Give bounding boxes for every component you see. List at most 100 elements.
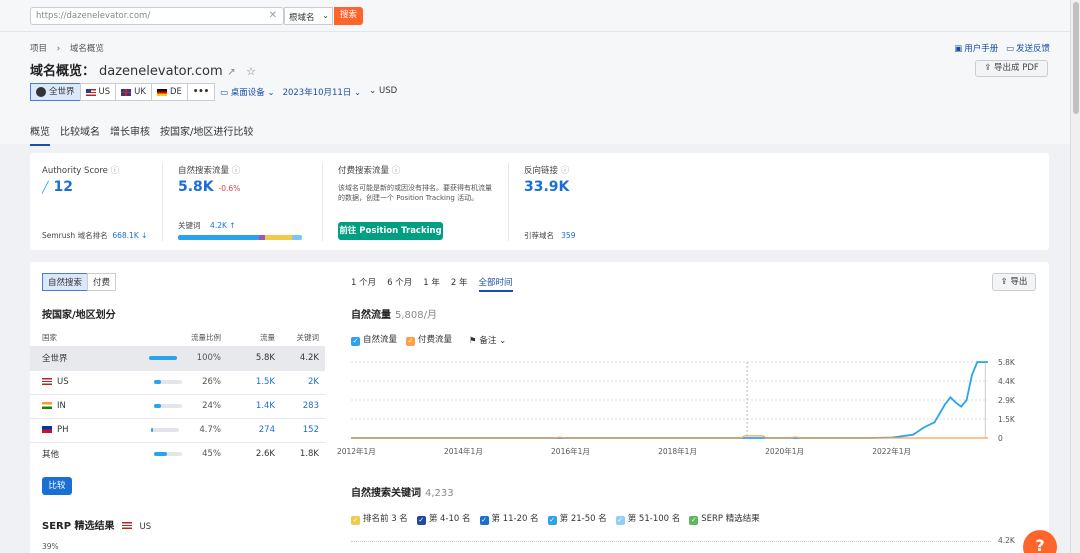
device-filter[interactable]: ▭ 桌面设备 ⌄ [220,86,275,98]
page-scrollbar[interactable] [1070,0,1080,553]
search-scope-select[interactable]: 根域名 ⌄ [284,7,333,25]
info-icon: ⓘ [110,166,120,176]
referring-domains: 引荐域名 359 [524,231,576,240]
toggle-paid[interactable]: 付费 [87,273,117,291]
scrollbar-thumb[interactable] [1073,2,1079,114]
db-more-button[interactable]: ••• [186,83,216,101]
user-manual-link[interactable]: 用户手册 [964,44,998,54]
legend-top3[interactable]: ✓ 排名前 3 名 [351,512,408,525]
kpi-card: Authority Score ⓘ ╱ 12 Semrush 域名排名 668.… [30,153,1049,250]
country-name: US [30,369,137,394]
legend-serp-features[interactable]: ✓ SERP 精选结果 [689,512,760,525]
country-flag-icon [42,378,52,385]
period-2y[interactable]: 2 年 [451,276,468,292]
compare-button[interactable]: 比较 [42,477,72,495]
organic-traffic-value[interactable]: 5.8K -0.6% [178,179,240,195]
country-traffic[interactable]: 1.4K [227,393,275,418]
upload-icon: ⇪ [1000,277,1008,287]
toggle-organic[interactable]: 自然搜索 [42,273,89,291]
traffic-share: 100% [137,345,227,370]
paid-traffic-label: 付费搜索流量 ⓘ [338,166,401,176]
date-filter-label: 2023年10月11日 [282,88,352,98]
info-icon: ⓘ [391,166,401,176]
y-tick-label: 2.9K [998,396,1016,405]
breadcrumb-separator-icon: › [56,44,61,54]
tab-compare-domains[interactable]: 比较域名 [60,123,100,146]
chat-icon: ▭ [1005,44,1014,54]
country-traffic[interactable]: 274 [227,417,275,442]
domain-search-input[interactable]: https://dazenelevator.com/ ✕ [30,7,284,25]
col-keywords: 关键词 [296,332,320,342]
legend-11-20[interactable]: ✓ 第 11-20 名 [479,512,539,525]
legend-paid[interactable]: ✓ 付费流量 [406,333,452,346]
serp-db: US [139,522,152,532]
tab-compare-by-country[interactable]: 按国家/地区进行比较 [160,123,253,146]
period-6m[interactable]: 6 个月 [387,276,412,292]
country-row[interactable]: 其他 45% 2.6K 1.8K [30,441,325,466]
organic-traffic-chart[interactable]: 5.8K 4.4K 2.9K 1.5K 0 2012年1月 2014年1月 2016年1月 20… [337,354,1020,462]
tab-growth-audit[interactable]: 增长审核 [110,123,150,146]
position-tracking-button[interactable]: 前往 Position Tracking [338,222,443,240]
country-traffic[interactable]: 1.5K [227,369,275,394]
period-1y[interactable]: 1 年 [423,276,440,292]
country-keywords[interactable]: 283 [275,393,325,418]
help-button[interactable]: ? [1023,530,1057,553]
country-row[interactable]: IN 24% 1.4K 283 [30,393,325,418]
country-keywords: 1.8K [275,441,325,466]
traffic-share-bar [148,355,177,360]
send-feedback-link[interactable]: 发送反馈 [1016,44,1050,54]
country-keywords[interactable]: 152 [275,417,325,442]
referring-domains-value[interactable]: 359 [561,231,575,240]
country-keywords[interactable]: 2K [275,369,325,394]
country-name: 全世界 [30,345,137,370]
chevron-down-icon: ⌄ [322,11,329,20]
organic-keywords-value[interactable]: 4.2K [210,221,227,230]
breadcrumb-current: 域名概览 [69,44,104,54]
date-filter[interactable]: 2023年10月11日 ⌄ [283,86,362,98]
tab-overview[interactable]: 概览 [30,123,50,146]
report-filters: ▭ 桌面设备 ⌄ 2023年10月11日 ⌄ ⌄ USD [220,86,397,98]
db-us[interactable]: US [79,83,117,101]
backlinks-label: 反向链接 ⓘ [524,166,570,176]
db-worldwide[interactable]: 全世界 [30,83,81,101]
breadcrumb-projects[interactable]: 项目 [30,44,47,54]
country-row[interactable]: US 26% 1.5K 2K [30,369,325,394]
period-all[interactable]: 全部时间 [478,276,513,292]
country-row[interactable]: 全世界 100% 5.8K 4.2K [30,345,325,370]
export-button[interactable]: ⇪ 导出 [992,273,1036,291]
organic-traffic-label: 自然搜索流量 ⓘ [178,166,241,176]
country-row[interactable]: PH 4.7% 274 152 [30,417,325,442]
page-header: 项目 › 域名概览 ▣ 用户手册 ▭ 发送反馈 域名概览： dazenelevator… [0,32,1070,146]
page-title-domain: dazenelevator.com [99,64,223,79]
col-traffic-share: 流量比例 [191,332,221,342]
legend-51-100[interactable]: ✓ 第 51-100 名 [615,512,680,525]
country-flag-icon [42,426,52,433]
clear-icon[interactable]: ✕ [269,10,277,21]
db-uk[interactable]: UK [115,83,152,101]
legend-organic[interactable]: ✓ 自然流量 [351,333,397,346]
export-pdf-button[interactable]: ⇪ 导出成 PDF [975,60,1048,77]
domain-search-value[interactable]: https://dazenelevator.com/ [36,11,150,21]
authority-score-value[interactable]: ╱ 12 [42,179,73,195]
legend-21-50[interactable]: ✓ 第 21-50 名 [547,512,607,525]
star-icon[interactable]: ☆ [246,65,256,78]
search-button[interactable]: 搜索 [334,7,363,25]
country-traffic: 5.8K [227,345,275,370]
currency-filter[interactable]: ⌄ USD [369,86,397,98]
page-title: 域名概览： dazenelevator.com ↗ ☆ [30,60,256,79]
country-section-title: 按国家/地区划分 [42,310,116,321]
period-1m[interactable]: 1 个月 [351,276,376,292]
external-link-icon[interactable]: ↗ [227,67,235,78]
currency-label: USD [379,86,398,96]
db-de[interactable]: DE [150,83,188,101]
backlinks-value[interactable]: 33.9K [524,179,569,195]
globe-icon [36,87,46,97]
database-selector: 全世界 US UK DE ••• [30,83,216,101]
period-selector: 1 个月 6 个月 1 年 2 年 全部时间 [351,276,513,292]
notes-dropdown[interactable]: ⚑ 备注 ⌄ [469,334,506,346]
semrush-rank-value[interactable]: 668.1K [112,231,138,240]
authority-gauge-icon: ╱ [42,181,49,194]
legend-4-10[interactable]: ✓ 第 4-10 名 [416,512,471,525]
checkbox-icon: ✓ [351,337,360,346]
traffic-share: 26% [137,369,227,394]
